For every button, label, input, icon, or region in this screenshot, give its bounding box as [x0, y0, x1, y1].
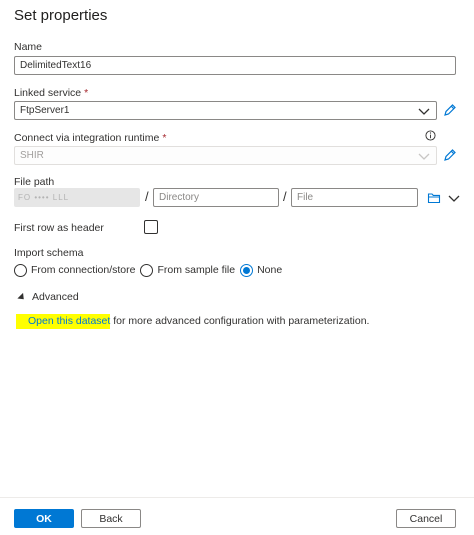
file-input[interactable]	[291, 188, 418, 207]
file-path-label: File path	[14, 176, 55, 188]
pencil-icon[interactable]	[443, 103, 457, 117]
radio-from-connection-store[interactable]: From connection/store	[14, 263, 136, 277]
radio-circle[interactable]	[14, 263, 27, 277]
integration-runtime-value: SHIR	[20, 150, 44, 161]
radio-label: From connection/store	[31, 264, 136, 276]
advanced-note-text: for more advanced configuration with par…	[110, 315, 370, 327]
name-input[interactable]	[14, 56, 456, 75]
pencil-icon[interactable]	[443, 148, 457, 162]
linked-service-dropdown[interactable]: FtpServer1	[14, 101, 437, 120]
linked-service-value: FtpServer1	[20, 105, 70, 116]
linked-service-label: Linked service	[14, 87, 82, 99]
chevron-down-icon[interactable]	[447, 191, 461, 205]
first-row-header-label: First row as header	[14, 222, 104, 234]
advanced-note: Open this dataset for more advanced conf…	[16, 314, 369, 329]
radio-label: None	[257, 264, 283, 276]
path-separator: /	[145, 189, 149, 204]
advanced-label: Advanced	[32, 291, 79, 303]
directory-input[interactable]	[153, 188, 279, 207]
container-input-masked[interactable]: FO •••• LLL	[14, 188, 140, 207]
radio-circle[interactable]	[140, 263, 154, 277]
integration-runtime-label: Connect via integration runtime	[14, 132, 160, 144]
radio-circle-selected[interactable]	[240, 263, 254, 277]
set-properties-panel: Set properties Name Linked service* FtpS…	[0, 0, 474, 535]
import-schema-radio-group: From connection/store From sample file N…	[14, 262, 287, 278]
integration-runtime-label-row: Connect via integration runtime *	[14, 131, 166, 145]
folder-icon[interactable]	[427, 191, 441, 205]
advanced-section-toggle[interactable]: Advanced	[17, 290, 79, 304]
import-schema-label: Import schema	[14, 247, 84, 259]
back-button[interactable]: Back	[81, 509, 141, 528]
required-marker: *	[84, 87, 89, 99]
expand-triangle-icon	[17, 292, 27, 303]
ok-button[interactable]: OK	[14, 509, 74, 528]
integration-runtime-dropdown[interactable]: SHIR	[14, 146, 437, 165]
required-marker: *	[162, 132, 167, 144]
path-separator: /	[283, 189, 287, 204]
name-label: Name	[14, 41, 43, 53]
radio-none[interactable]: None	[240, 263, 283, 277]
chevron-down-icon	[418, 153, 430, 160]
panel-title: Set properties	[14, 7, 108, 24]
radio-label: From sample file	[157, 264, 236, 276]
first-row-header-checkbox[interactable]	[144, 220, 158, 234]
linked-service-label-row: Linked service *	[14, 86, 88, 100]
cancel-button[interactable]: Cancel	[396, 509, 456, 528]
open-dataset-link[interactable]: Open this dataset	[16, 314, 111, 329]
info-icon[interactable]	[425, 130, 436, 141]
chevron-down-icon	[418, 108, 430, 115]
radio-from-sample-file[interactable]: From sample file	[140, 263, 236, 277]
footer-divider	[0, 497, 474, 498]
